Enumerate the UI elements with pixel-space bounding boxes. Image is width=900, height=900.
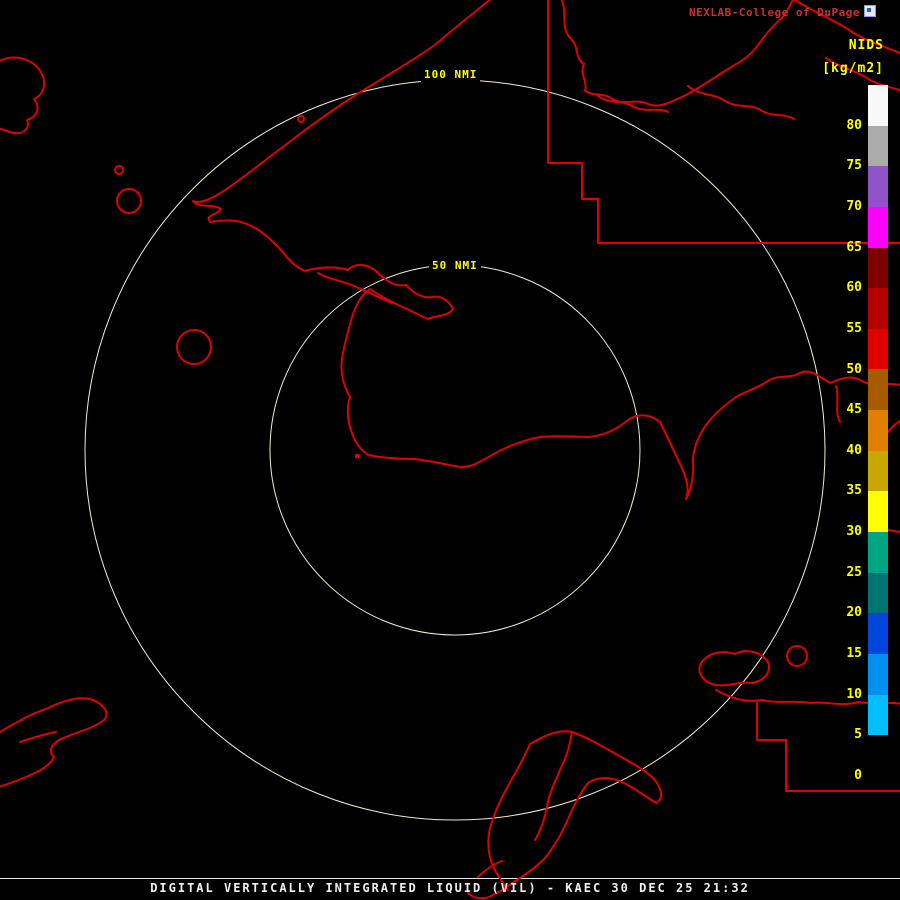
colorbar-tick-label: 60	[846, 280, 862, 296]
product-title: DIGITAL VERTICALLY INTEGRATED LIQUID (VI…	[150, 881, 750, 895]
colorbar-tick-label: 40	[846, 442, 862, 458]
range-ring-50nmi	[269, 264, 641, 636]
range-rings	[84, 79, 826, 821]
colorbar-tick-label: 5	[854, 727, 862, 743]
colorbar-segment-75-80	[868, 125, 888, 167]
colorbar-tick-label: 75	[846, 158, 862, 174]
island-outline	[786, 645, 808, 667]
coastline-path	[597, 95, 669, 113]
coastline-overlay	[0, 0, 900, 900]
colorbar-segment-50-55	[868, 328, 888, 370]
town-marker	[355, 454, 359, 458]
range-ring-label-50nmi: 50 NMI	[429, 258, 481, 273]
nexlab-logo-icon	[864, 5, 876, 17]
coastline-path	[19, 731, 57, 743]
colorbar-segment-60-65	[868, 247, 888, 289]
colorbar-tick-label: 70	[846, 198, 862, 214]
island-outline	[176, 329, 212, 365]
colorbar-tick-label: 50	[846, 361, 862, 377]
colorbar-segment-5-10	[868, 694, 888, 736]
colorbar-tick-label: 15	[846, 646, 862, 662]
colorbar-segment-35-40	[868, 450, 888, 492]
coastline-path	[192, 0, 900, 500]
colorbar-ticks: 80 75 70 65 60 55 50 45 40 35 30 25 20 15 10 5 0	[836, 0, 862, 900]
lake-outline	[698, 650, 770, 687]
colorbar-segment-10-15	[868, 653, 888, 695]
colorbar-segment-20-25	[868, 572, 888, 614]
colorbar-tick-label: 0	[854, 768, 862, 783]
island-outline	[0, 697, 108, 788]
radar-display: 100 NMI 50 NMI NEXLAB-College of DuPage …	[0, 0, 900, 900]
radar-map	[0, 0, 900, 900]
range-ring-label-100nmi: 100 NMI	[421, 67, 481, 82]
colorbar-segment-30-35	[868, 491, 888, 533]
colorbar-tick-label: 55	[846, 320, 862, 336]
island-outline	[116, 188, 142, 214]
colorbar-tick-label: 65	[846, 239, 862, 255]
colorbar-tick-label: 20	[846, 605, 862, 621]
brand-text: NEXLAB-College of DuPage	[689, 6, 860, 19]
colorbar-tick-label: 10	[846, 686, 862, 702]
coastline-path	[317, 272, 393, 304]
colorbar-segment-0-5	[868, 735, 888, 776]
island-outline	[114, 165, 124, 175]
colorbar-tick-label: 80	[846, 117, 862, 133]
coastline-path	[687, 85, 795, 120]
colorbar-tick-label: 35	[846, 483, 862, 499]
colorbar-segment-25-30	[868, 532, 888, 573]
colorbar-tick-label: 25	[846, 564, 862, 580]
colorbar-segment-45-50	[868, 369, 888, 411]
colorbar-segment-70-75	[868, 166, 888, 207]
colorbar-tick-label: 30	[846, 524, 862, 540]
coastline-path	[0, 56, 46, 135]
coastline-path	[487, 743, 531, 891]
colorbar-segment-15-20	[868, 613, 888, 654]
colorbar-segment-40-45	[868, 410, 888, 451]
colorbar-segment-80-85	[868, 85, 888, 126]
colorbar-segments	[868, 85, 888, 776]
island-outline	[297, 115, 305, 123]
colorbar-segment-55-60	[868, 288, 888, 329]
colorbar-tick-label: 45	[846, 402, 862, 418]
colorbar-segment-65-70	[868, 206, 888, 248]
range-ring-100nmi	[84, 79, 826, 821]
